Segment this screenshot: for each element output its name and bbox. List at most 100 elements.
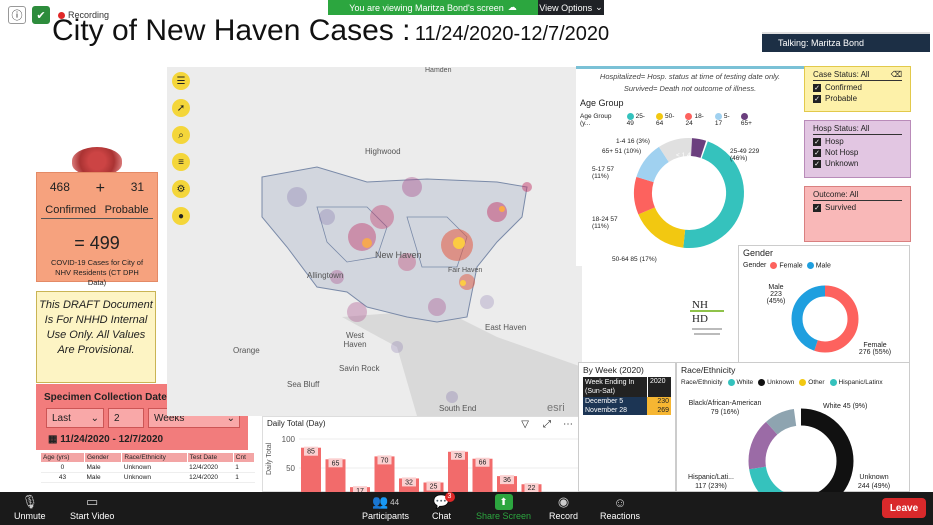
label-white: White 45 (9%) [823, 403, 868, 410]
data-label: 66 [479, 460, 487, 467]
chat-button[interactable]: 💬 3 Chat [432, 492, 455, 521]
probable-label: Probable [104, 204, 149, 216]
zoom-top-controls: ⓘ ✔ [8, 6, 50, 24]
date-range-display: ▦ 11/24/2020 - 12/7/2020 [48, 434, 163, 445]
checkbox-checked[interactable]: ✓ [813, 137, 821, 146]
label-age-5-17: 5-17 57 (11%) [592, 166, 615, 180]
chat-badge: 3 [444, 492, 455, 502]
checkbox-checked[interactable]: ✓ [813, 203, 821, 212]
gender-title: Gender [743, 248, 774, 258]
cell: 12/4/2020 [187, 472, 234, 483]
y-tick-label: 100 [282, 435, 296, 444]
data-label: 32 [405, 479, 413, 486]
filter-icon[interactable]: ▽ [521, 419, 529, 430]
expand-icon[interactable]: ⤢ [543, 419, 551, 430]
case-status-option[interactable]: ✓ Confirmed [813, 83, 902, 92]
label-unknown-name: Unknown [859, 474, 889, 481]
cursor-icon[interactable]: ➚ [172, 99, 190, 117]
more-options-icon[interactable]: ⋯ [563, 419, 573, 430]
list-icon[interactable]: ≡ [172, 153, 190, 171]
heat-map[interactable]: Highwood New Haven Allingtown West Haven… [167, 67, 582, 416]
checkbox-checked[interactable]: ✓ [813, 159, 821, 168]
legend-item[interactable]: White [727, 379, 753, 386]
svg-text:NH: NH [692, 299, 708, 311]
col-test-date[interactable]: Test Date [186, 452, 234, 463]
data-label: 85 [307, 449, 315, 456]
label-hispanic-value: 117 (23%) [695, 483, 727, 490]
label-age-65: 65+ 51 (10%) [602, 148, 642, 155]
share-screen-button[interactable]: ⬆ Share Screen [476, 494, 531, 521]
legend-label: Age Group (y... [580, 113, 612, 128]
video-off-icon: ▭ [86, 494, 99, 509]
probable-value: 31 [130, 180, 145, 194]
race-title: Race/Ethnicity [681, 365, 736, 375]
view-options-label: View Options [539, 2, 593, 13]
leave-button[interactable]: Leave [882, 498, 926, 518]
legend-hispanic: Hispanic/Latinx [838, 379, 883, 387]
reactions-label: Reactions [600, 511, 641, 521]
unmute-label: Unmute [14, 511, 46, 521]
map-label-sea-bluff: Sea Bluff [287, 380, 320, 389]
hosp-status-option[interactable]: ✓ Hosp [813, 137, 902, 146]
menu-icon[interactable]: ☰ [172, 72, 190, 90]
shield-icon[interactable]: ✔ [32, 6, 50, 24]
case-status-option[interactable]: ✓ Probable [813, 94, 902, 103]
checkbox-checked[interactable]: ✓ [813, 94, 821, 103]
cell: 43 [40, 472, 85, 483]
checkbox-checked[interactable]: ✓ [813, 83, 821, 92]
reactions-button[interactable]: ☺ Reactions [600, 494, 641, 522]
hosp-status-option[interactable]: ✓ Unknown [813, 159, 902, 168]
col-cnt[interactable]: Cnt [232, 452, 256, 463]
option-label: Probable [825, 94, 858, 103]
period-count-input[interactable]: 2 [108, 408, 144, 428]
legend-item[interactable]: Unknown [758, 379, 794, 386]
info-icon[interactable]: ⓘ [8, 6, 26, 24]
cell-value: 230 [647, 397, 671, 406]
cell: 0 [40, 462, 85, 473]
settings-icon[interactable]: ⚙ [172, 180, 190, 198]
eraser-icon[interactable]: ⌫ [891, 70, 902, 79]
legend-item[interactable]: Hispanic/Latinx [829, 379, 883, 387]
map-label-savin-rock: Savin Rock [339, 364, 380, 373]
legend-label: Race/Ethnicity [681, 379, 723, 387]
col-race[interactable]: Race/Ethnicity [121, 452, 188, 463]
search-icon[interactable]: ⌕ [172, 126, 190, 144]
map-label-west-haven: West Haven [343, 331, 367, 349]
legend-item[interactable]: Female [770, 262, 803, 269]
cell: Male [84, 462, 122, 473]
age-group-title: Age Group [580, 98, 624, 108]
start-video-button[interactable]: ▭ Start Video [70, 494, 114, 521]
hosp-status-filter: Hosp Status: All ✓ Hosp ✓ Not Hosp ✓ Unknow… [804, 120, 911, 178]
label-male: Male 223 (45%) [761, 284, 791, 305]
user-icon[interactable]: ● [172, 207, 190, 225]
participants-button[interactable]: 👥 44 Participants [362, 494, 409, 521]
chat-label: Chat [432, 511, 452, 521]
checkbox-checked[interactable]: ✓ [813, 148, 821, 157]
col-gender[interactable]: Gender [83, 452, 123, 463]
legend-unknown: Unknown [767, 379, 795, 387]
legend-item[interactable]: Other [799, 379, 825, 386]
period-count-value: 2 [114, 412, 120, 424]
talking-label: Talking: Maritza Bond [778, 38, 865, 48]
view-options-button[interactable]: View Options ⌄ [538, 0, 604, 15]
col-week-ending[interactable]: Week Ending In (Sun-Sat) [583, 377, 647, 397]
col-year[interactable]: 2020 [647, 377, 671, 397]
talking-indicator: Talking: Maritza Bond [762, 32, 930, 52]
hosp-status-option[interactable]: ✓ Not Hosp [813, 148, 902, 157]
unmute-button[interactable]: 🎙 Unmute [14, 494, 46, 521]
daily-total-chart: Daily Total (Day) ▽ ⤢ ⋯ Daily Total 0501… [262, 416, 580, 493]
period-mode-dropdown[interactable]: Last ⌄ [46, 408, 104, 428]
age-group-chart: Age Group Age Group (y... 25-49 50-64 18… [576, 96, 764, 266]
case-status-title: Case Status: All ⌫ [813, 70, 902, 81]
record-button[interactable]: ◉ Record [549, 494, 578, 521]
legend-item[interactable]: Male [806, 262, 831, 269]
outcome-option[interactable]: ✓ Survived [813, 203, 902, 212]
participants-count: 44 [390, 497, 400, 507]
participants-label: Participants [362, 511, 410, 521]
map-toolbar: ☰ ➚ ⌕ ≡ ⚙ ● [172, 72, 190, 225]
table-row: December 5 230 [583, 397, 671, 406]
col-age[interactable]: Age (yrs) [40, 452, 85, 463]
viewing-banner: You are viewing Maritza Bond's screen ☁ … [328, 0, 604, 15]
y-tick-label: 50 [286, 464, 295, 473]
table-row: 0 Male Unknown 12/4/2020 1 [40, 462, 255, 473]
